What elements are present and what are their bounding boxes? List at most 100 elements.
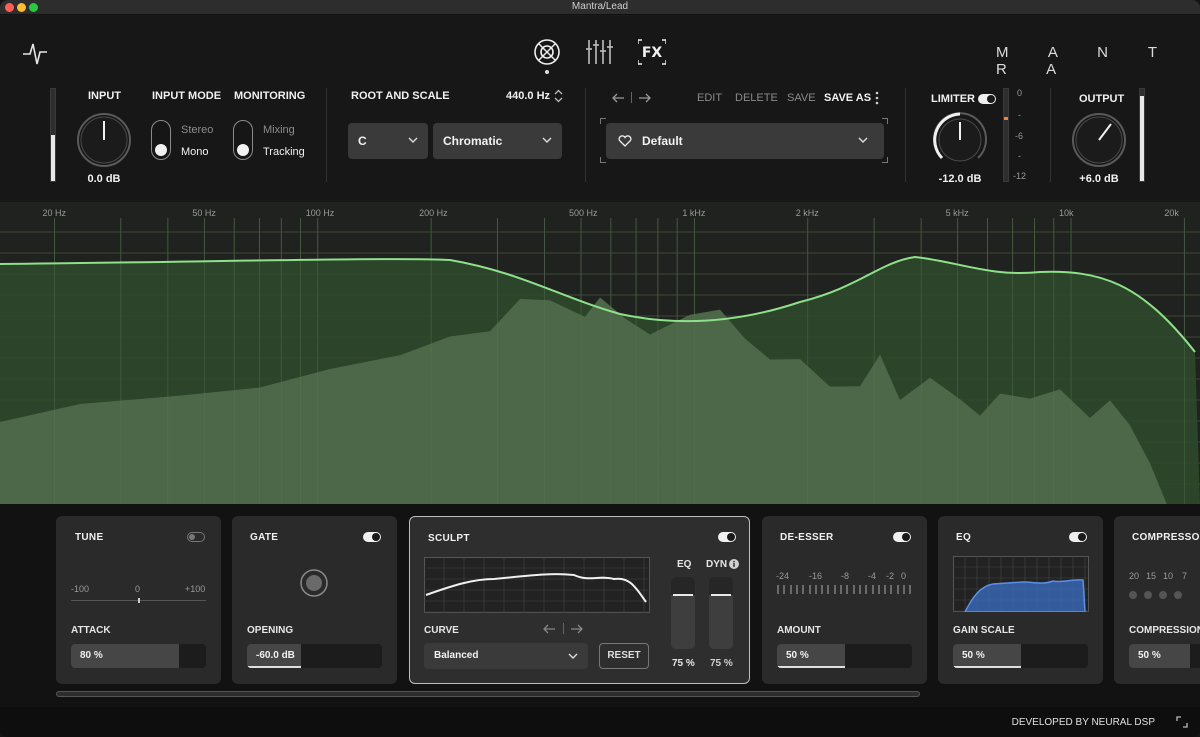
eq-gain-scale-slider[interactable]: 50 %	[953, 644, 1088, 668]
undo-arrow-icon[interactable]	[611, 92, 625, 104]
eq-module[interactable]: EQ GAIN SCALE 50 %	[938, 516, 1103, 684]
sculpt-module[interactable]: SCULPT CURVE Balanced RESET EQ DYN 75 % …	[409, 516, 750, 684]
input-gain-knob[interactable]	[76, 112, 132, 168]
input-label: INPUT	[88, 90, 121, 102]
eq-title: EQ	[956, 532, 972, 543]
root-note-dropdown[interactable]: C	[348, 123, 428, 159]
gate-module[interactable]: GATE OPENING -60.0 dB	[232, 516, 397, 684]
meter-segment	[840, 585, 842, 594]
meter-segment	[795, 585, 798, 594]
meter-segment	[846, 585, 849, 594]
monitoring-mixing-option[interactable]: Mixing	[263, 124, 295, 136]
tune-attack-slider[interactable]: 80 %	[71, 644, 206, 668]
frequency-label: 20 Hz	[42, 208, 66, 218]
meter-segment	[802, 585, 805, 594]
save-preset-button[interactable]: SAVE	[787, 92, 816, 104]
tune-module[interactable]: TUNE -100 0 +100 ATTACK 80 %	[56, 516, 221, 684]
gate-indicator-icon	[300, 569, 328, 597]
tuner-view-icon[interactable]	[533, 38, 561, 66]
spectrum-display	[0, 218, 1200, 504]
eq-enable-switch[interactable]	[1069, 532, 1087, 542]
compressor-module[interactable]: COMPRESSOR 20 15 10 7 COMPRESSION 50 %	[1114, 516, 1200, 684]
preset-frame-corner	[600, 118, 606, 124]
sculpt-dyn-fader[interactable]	[709, 577, 733, 649]
de-esser-scale: 0	[901, 571, 907, 581]
meter-segment	[777, 585, 779, 594]
limiter-enable-switch[interactable]	[978, 94, 996, 104]
next-curve-icon[interactable]	[570, 623, 584, 635]
spectrum-analyzer[interactable]: 20 Hz 50 Hz 100 Hz 200 Hz 500 Hz 1 kHz 2 kHz 5 …	[0, 202, 1200, 504]
info-icon[interactable]	[729, 559, 739, 569]
edit-preset-button[interactable]: EDIT	[697, 92, 722, 104]
preset-selector[interactable]: Default	[606, 123, 884, 159]
gate-enable-switch[interactable]	[363, 532, 381, 542]
developer-credit: DEVELOPED BY NEURAL DSP	[1011, 717, 1155, 728]
arrow-separator	[563, 623, 564, 634]
sculpt-eq-fader[interactable]	[671, 577, 695, 649]
de-esser-scale: -8	[841, 571, 850, 581]
gate-opening-slider[interactable]: -60.0 dB	[247, 644, 382, 668]
de-esser-module[interactable]: DE-ESSER -24 -16 -8 -4 -2 0 AMOUNT 50 %	[762, 516, 927, 684]
mixer-view-icon[interactable]	[586, 38, 614, 66]
fx-view-icon[interactable]: FX	[638, 38, 666, 66]
output-label: OUTPUT	[1079, 93, 1125, 105]
sculpt-curve-dropdown[interactable]: Balanced	[424, 643, 588, 669]
de-esser-amount-slider[interactable]: 50 %	[777, 644, 912, 668]
meter-segment	[871, 585, 874, 594]
de-esser-enable-switch[interactable]	[893, 532, 911, 542]
gate-param-label: OPENING	[247, 625, 294, 636]
meter-segment	[903, 585, 905, 594]
compressor-amount-value: 50 %	[1138, 650, 1161, 661]
more-options-icon[interactable]	[874, 91, 880, 105]
neural-dsp-logo-icon	[23, 43, 47, 65]
svg-text:FX: FX	[642, 45, 663, 61]
resize-window-icon[interactable]	[1176, 716, 1188, 728]
redo-arrow-icon[interactable]	[638, 92, 652, 104]
meter-segment	[814, 585, 817, 594]
input-mode-mono-option[interactable]: Mono	[181, 146, 209, 158]
header-divider	[905, 88, 906, 182]
meter-segment	[833, 585, 836, 594]
gr-scale-0: 0	[1017, 88, 1023, 98]
module-rack: TUNE -100 0 +100 ATTACK 80 % GATE OPENIN…	[0, 504, 1200, 707]
input-mode-label: INPUT MODE	[152, 90, 222, 102]
tune-enable-switch[interactable]	[187, 532, 205, 542]
frequency-label: 50 Hz	[192, 208, 216, 218]
tuning-reference-value[interactable]: 440.0 Hz	[506, 90, 550, 102]
save-as-preset-button[interactable]: SAVE AS	[824, 92, 871, 104]
input-mode-toggle[interactable]	[151, 120, 171, 160]
output-gain-knob[interactable]	[1071, 112, 1127, 168]
sculpt-reset-button[interactable]: RESET	[599, 643, 649, 669]
previous-curve-icon[interactable]	[542, 623, 556, 635]
sculpt-dyn-value: 75 %	[710, 658, 733, 669]
preset-frame-corner	[882, 118, 888, 124]
frequency-label: 500 Hz	[569, 208, 598, 218]
root-note-value: C	[358, 134, 367, 148]
compressor-scale: 10	[1163, 571, 1174, 581]
compressor-scale: 15	[1146, 571, 1157, 581]
eq-param-label: GAIN SCALE	[953, 625, 1015, 636]
sculpt-title: SCULPT	[428, 533, 470, 544]
tuning-stepper-icon[interactable]	[554, 89, 563, 103]
sculpt-eq-value: 75 %	[672, 658, 695, 669]
input-mode-stereo-option[interactable]: Stereo	[181, 124, 213, 136]
monitoring-toggle[interactable]	[233, 120, 253, 160]
de-esser-scale: -24	[776, 571, 790, 581]
sculpt-enable-switch[interactable]	[718, 532, 736, 542]
limiter-threshold-knob[interactable]	[932, 112, 988, 168]
compressor-amount-slider[interactable]: 50 %	[1129, 644, 1200, 668]
meter-segment	[808, 585, 811, 594]
frequency-label: 20k	[1164, 208, 1179, 218]
tune-meter-center	[138, 598, 140, 603]
limiter-threshold-value: -12.0 dB	[938, 173, 982, 185]
de-esser-scale: -2	[886, 571, 895, 581]
active-view-indicator	[545, 70, 549, 74]
favorite-heart-icon[interactable]	[618, 135, 632, 147]
scale-dropdown[interactable]: Chromatic	[433, 123, 562, 159]
chevron-down-icon	[568, 653, 578, 659]
gr-scale-6: -6	[1015, 131, 1024, 141]
monitoring-tracking-option[interactable]: Tracking	[263, 146, 305, 158]
limiter-label: LIMITER	[931, 93, 975, 105]
module-rack-scrollbar[interactable]	[56, 691, 920, 697]
delete-preset-button[interactable]: DELETE	[735, 92, 778, 104]
